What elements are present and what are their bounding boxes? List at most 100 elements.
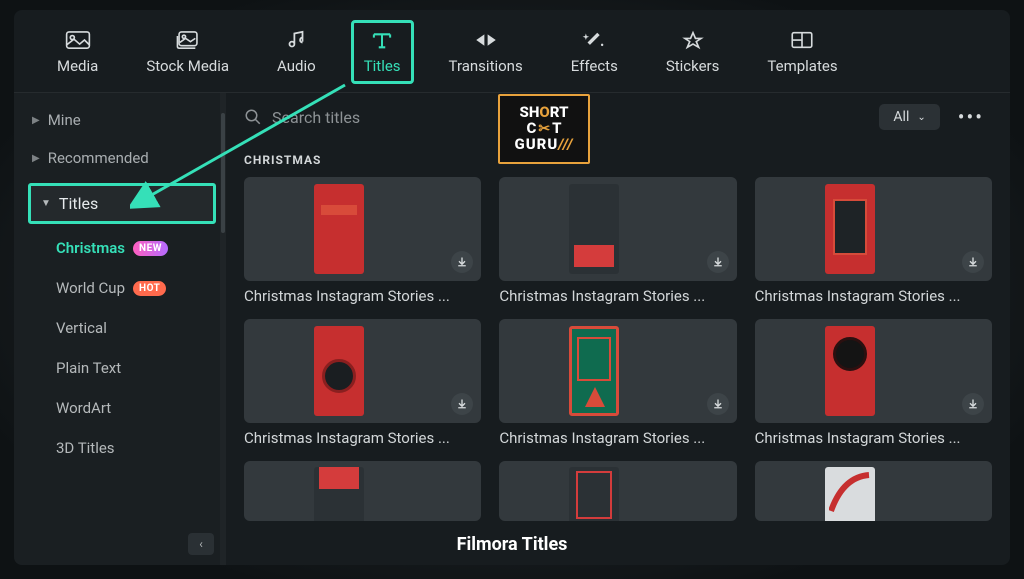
download-button[interactable]	[962, 393, 984, 415]
chevron-left-icon: ‹	[199, 537, 203, 551]
hot-badge: HOT	[133, 281, 166, 296]
card-title: Christmas Instagram Stories ...	[499, 287, 736, 305]
tab-label: Templates	[767, 57, 837, 75]
filter-label: All	[893, 109, 909, 125]
chevron-down-icon: ⌄	[917, 112, 925, 123]
more-button[interactable]: •••	[950, 101, 992, 133]
sidebar-subitems: Christmas NEW World Cup HOT Vertical Pla…	[48, 230, 226, 466]
title-card[interactable]: Christmas Instagram Stories ...	[244, 319, 481, 447]
tab-stock-media[interactable]: Stock Media	[133, 20, 242, 84]
card-thumbnail	[244, 319, 481, 423]
media-icon	[65, 29, 91, 51]
tab-label: Stickers	[666, 57, 720, 75]
tab-titles[interactable]: Titles	[351, 20, 414, 84]
search-icon	[244, 108, 262, 126]
download-button[interactable]	[451, 393, 473, 415]
sidebar-sub-wordart[interactable]: WordArt	[48, 390, 226, 426]
sidebar-sub-label: Vertical	[56, 319, 107, 337]
transitions-icon	[473, 29, 499, 51]
stickers-icon	[680, 29, 706, 51]
sidebar-sub-world-cup[interactable]: World Cup HOT	[48, 270, 226, 306]
sidebar-sub-3d-titles[interactable]: 3D Titles	[48, 430, 226, 466]
card-title: Christmas Instagram Stories ...	[499, 429, 736, 447]
tab-label: Audio	[277, 57, 316, 75]
stock-media-icon	[175, 29, 201, 51]
titles-icon	[369, 29, 395, 51]
filter-dropdown[interactable]: All ⌄	[879, 104, 939, 130]
download-icon	[967, 398, 979, 410]
new-badge: NEW	[133, 241, 168, 256]
title-card[interactable]	[755, 461, 992, 521]
sidebar-sub-christmas[interactable]: Christmas NEW	[48, 230, 226, 266]
download-icon	[967, 256, 979, 268]
sidebar-sub-label: WordArt	[56, 399, 111, 417]
download-icon	[456, 256, 468, 268]
tab-label: Titles	[364, 57, 401, 75]
decorative-swirl	[829, 471, 871, 517]
title-card[interactable]: Christmas Instagram Stories ...	[244, 177, 481, 305]
top-tab-bar: Media Stock Media Audio Titles Transitio…	[14, 10, 1010, 93]
tab-transitions[interactable]: Transitions	[436, 20, 536, 84]
sidebar-sub-label: 3D Titles	[56, 439, 115, 457]
sidebar-item-label: Titles	[59, 194, 98, 213]
card-thumbnail	[755, 177, 992, 281]
sidebar-sub-vertical[interactable]: Vertical	[48, 310, 226, 346]
chevron-right-icon: ▶	[32, 115, 40, 126]
tab-audio[interactable]: Audio	[264, 20, 329, 84]
title-card[interactable]: Christmas Instagram Stories ...	[499, 177, 736, 305]
search-placeholder: Search titles	[272, 108, 360, 127]
audio-icon	[283, 29, 309, 51]
sidebar-sub-plain-text[interactable]: Plain Text	[48, 350, 226, 386]
title-card[interactable]	[244, 461, 481, 521]
tab-label: Effects	[571, 57, 618, 75]
download-icon	[712, 256, 724, 268]
download-icon	[456, 398, 468, 410]
sidebar: ▶ Mine ▶ Recommended ▼ Titles Christmas …	[14, 93, 226, 565]
tab-effects[interactable]: Effects	[558, 20, 631, 84]
card-thumbnail	[755, 319, 992, 423]
tab-stickers[interactable]: Stickers	[653, 20, 733, 84]
download-button[interactable]	[451, 251, 473, 273]
more-icon: •••	[958, 105, 984, 129]
tab-templates[interactable]: Templates	[754, 20, 850, 84]
sidebar-sub-label: Christmas	[56, 239, 125, 257]
title-card[interactable]	[499, 461, 736, 521]
sidebar-item-mine[interactable]: ▶ Mine	[14, 101, 226, 139]
watermark-logo: SHORT C✂T GURU///	[498, 94, 590, 164]
title-card[interactable]: Christmas Instagram Stories ...	[755, 319, 992, 447]
content-panel: Search titles All ⌄ ••• CHRISTMAS	[226, 93, 1010, 565]
card-thumbnail	[244, 461, 481, 521]
download-icon	[712, 398, 724, 410]
tab-media[interactable]: Media	[44, 20, 111, 84]
sidebar-item-label: Mine	[48, 111, 81, 129]
sidebar-item-titles[interactable]: ▼ Titles	[28, 183, 216, 224]
card-title: Christmas Instagram Stories ...	[244, 287, 481, 305]
card-thumbnail	[499, 319, 736, 423]
tab-label: Transitions	[449, 57, 523, 75]
title-card[interactable]: Christmas Instagram Stories ...	[499, 319, 736, 447]
templates-icon	[789, 29, 815, 51]
content-toolbar: Search titles All ⌄ •••	[226, 93, 1010, 141]
tab-label: Media	[57, 57, 98, 75]
card-thumbnail	[499, 461, 736, 521]
sidebar-item-recommended[interactable]: ▶ Recommended	[14, 139, 226, 177]
download-button[interactable]	[707, 393, 729, 415]
card-title: Christmas Instagram Stories ...	[755, 287, 992, 305]
titles-grid: Christmas Instagram Stories ... Christma…	[226, 177, 1010, 541]
chevron-down-icon: ▼	[41, 198, 51, 209]
sidebar-sub-label: Plain Text	[56, 359, 121, 377]
section-heading: CHRISTMAS	[226, 141, 1010, 177]
sidebar-item-label: Recommended	[48, 149, 149, 167]
chevron-right-icon: ▶	[32, 153, 40, 164]
card-thumbnail	[244, 177, 481, 281]
card-title: Christmas Instagram Stories ...	[755, 429, 992, 447]
card-thumbnail	[755, 461, 992, 521]
title-card[interactable]: Christmas Instagram Stories ...	[755, 177, 992, 305]
download-button[interactable]	[707, 251, 729, 273]
download-button[interactable]	[962, 251, 984, 273]
effects-icon	[581, 29, 607, 51]
card-thumbnail	[499, 177, 736, 281]
sidebar-sub-label: World Cup	[56, 279, 125, 297]
collapse-sidebar-button[interactable]: ‹	[188, 533, 214, 555]
card-title: Christmas Instagram Stories ...	[244, 429, 481, 447]
